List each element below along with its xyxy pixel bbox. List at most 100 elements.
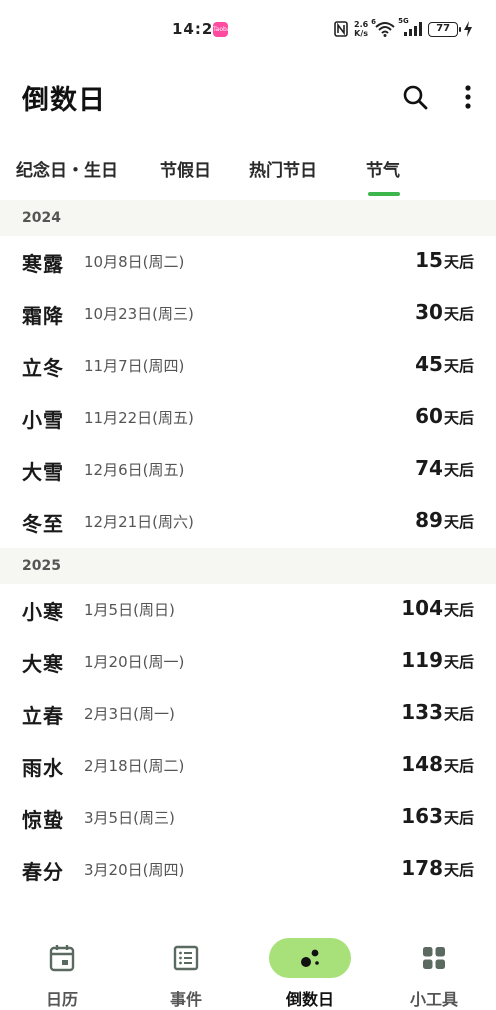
days-remaining: 74天后 xyxy=(415,456,474,480)
solar-term-name: 大雪 xyxy=(22,460,64,484)
days-remaining: 133天后 xyxy=(401,700,474,724)
network-speed-unit: K/s xyxy=(354,29,369,38)
list-item[interactable]: 霜降 10月23日(周三) 30天后 xyxy=(0,288,496,340)
solar-term-name: 惊蛰 xyxy=(22,808,64,832)
solar-term-name: 霜降 xyxy=(22,304,64,328)
days-remaining: 89天后 xyxy=(415,508,474,532)
active-tab-indicator xyxy=(368,192,400,196)
nav-countdown[interactable]: 倒数日 xyxy=(248,918,372,1010)
nav-widgets[interactable]: 小工具 xyxy=(372,918,496,1010)
solar-term-name: 寒露 xyxy=(22,252,64,276)
days-suffix: 天后 xyxy=(443,653,474,671)
days-suffix: 天后 xyxy=(443,513,474,531)
days-count: 45 xyxy=(415,352,443,376)
solar-term-date: 10月8日(周二) xyxy=(84,253,185,271)
nav-events[interactable]: 事件 xyxy=(124,918,248,1010)
days-count: 104 xyxy=(401,596,443,620)
days-suffix: 天后 xyxy=(443,357,474,375)
days-count: 163 xyxy=(401,804,443,828)
solar-term-name: 立冬 xyxy=(22,356,64,380)
list-item[interactable]: 立冬 11月7日(周四) 45天后 xyxy=(0,340,496,392)
countdown-list[interactable]: 2024 寒露 10月8日(周二) 15天后 霜降 10月23日(周三) 30天… xyxy=(0,200,496,918)
solar-term-name: 大寒 xyxy=(22,652,64,676)
days-count: 148 xyxy=(401,752,443,776)
solar-term-name: 立春 xyxy=(22,704,64,728)
list-item[interactable]: 惊蛰 3月5日(周三) 163天后 xyxy=(0,792,496,844)
days-suffix: 天后 xyxy=(443,305,474,323)
solar-term-date: 11月7日(周四) xyxy=(84,357,185,375)
days-remaining: 148天后 xyxy=(401,752,474,776)
app-screen: 14:28 Taoba 2.6 K/s 6 5G 77 倒数日 纪念日・生日 节… xyxy=(0,0,496,1010)
days-remaining: 60天后 xyxy=(415,404,474,428)
days-suffix: 天后 xyxy=(443,409,474,427)
solar-term-name: 雨水 xyxy=(22,756,64,780)
taobao-notification-icon: Taoba xyxy=(213,22,231,37)
days-suffix: 天后 xyxy=(443,757,474,775)
wifi-badge: 6 xyxy=(371,18,377,26)
days-remaining: 104天后 xyxy=(401,596,474,620)
days-count: 178 xyxy=(401,856,443,880)
solar-term-date: 3月20日(周四) xyxy=(84,861,185,879)
days-remaining: 163天后 xyxy=(401,804,474,828)
days-suffix: 天后 xyxy=(443,253,474,271)
days-count: 30 xyxy=(415,300,443,324)
nav-icon-container xyxy=(21,938,103,978)
days-suffix: 天后 xyxy=(443,601,474,619)
countdown-icon xyxy=(301,949,319,967)
network-speed: 2.6 K/s xyxy=(354,20,368,38)
nav-label: 小工具 xyxy=(409,990,458,1009)
list-item[interactable]: 小雪 11月22日(周五) 60天后 xyxy=(0,392,496,444)
list-item[interactable]: 大雪 12月6日(周五) 74天后 xyxy=(0,444,496,496)
solar-term-date: 2月3日(周一) xyxy=(84,705,175,723)
year-header-2025: 2025 xyxy=(0,548,496,584)
days-count: 119 xyxy=(401,648,443,672)
days-remaining: 45天后 xyxy=(415,352,474,376)
solar-term-date: 2月18日(周二) xyxy=(84,757,185,775)
tab-solar-terms[interactable]: 节气 xyxy=(366,156,400,181)
list-item[interactable]: 春分 3月20日(周四) 178天后 xyxy=(0,844,496,896)
cell-badge: 5G xyxy=(398,17,409,25)
list-item[interactable]: 雨水 2月18日(周二) 148天后 xyxy=(0,740,496,792)
solar-term-date: 1月20日(周一) xyxy=(84,653,185,671)
days-count: 60 xyxy=(415,404,443,428)
list-item[interactable]: 立春 2月3日(周一) 133天后 xyxy=(0,688,496,740)
list-item[interactable]: 小寒 1月5日(周日) 104天后 xyxy=(0,584,496,636)
list-icon xyxy=(173,945,199,971)
wifi-icon: 6 xyxy=(371,18,396,37)
days-suffix: 天后 xyxy=(443,705,474,723)
nav-label: 日历 xyxy=(45,990,78,1009)
days-count: 74 xyxy=(415,456,443,480)
solar-term-date: 1月5日(周日) xyxy=(84,601,175,619)
solar-term-name: 小雪 xyxy=(22,408,64,432)
solar-term-name: 冬至 xyxy=(22,512,64,536)
category-tabs: 纪念日・生日 节假日 热门节日 节气 xyxy=(0,134,496,200)
status-indicators: 2.6 K/s 6 5G 77 xyxy=(334,17,473,40)
more-options-button[interactable] xyxy=(454,80,482,114)
nav-label: 事件 xyxy=(169,990,202,1009)
year-header-2024: 2024 xyxy=(0,200,496,236)
more-vertical-icon xyxy=(465,85,471,109)
days-count: 89 xyxy=(415,508,443,532)
list-item[interactable]: 大寒 1月20日(周一) 119天后 xyxy=(0,636,496,688)
days-remaining: 30天后 xyxy=(415,300,474,324)
nav-calendar[interactable]: 日历 xyxy=(0,918,124,1010)
battery-indicator: 77 xyxy=(428,21,462,37)
search-icon xyxy=(403,85,428,110)
tab-popular-festivals[interactable]: 热门节日 xyxy=(249,156,317,181)
solar-term-date: 12月21日(周六) xyxy=(84,513,194,531)
days-remaining: 119天后 xyxy=(401,648,474,672)
days-remaining: 15天后 xyxy=(415,248,474,272)
app-header: 倒数日 xyxy=(0,60,496,134)
days-suffix: 天后 xyxy=(443,809,474,827)
days-remaining: 178天后 xyxy=(401,856,474,880)
list-item[interactable]: 寒露 10月8日(周二) 15天后 xyxy=(0,236,496,288)
days-suffix: 天后 xyxy=(443,861,474,879)
tab-holidays[interactable]: 节假日 xyxy=(160,156,211,181)
list-item[interactable]: 冬至 12月21日(周六) 89天后 xyxy=(0,496,496,548)
widgets-icon xyxy=(423,947,445,969)
bottom-navigation: 日历 事件 倒数日 小工具 xyxy=(0,918,496,1010)
search-button[interactable] xyxy=(398,80,432,114)
solar-term-name: 小寒 xyxy=(22,600,64,624)
page-title: 倒数日 xyxy=(22,85,106,116)
tab-anniversary-birthday[interactable]: 纪念日・生日 xyxy=(16,156,118,181)
